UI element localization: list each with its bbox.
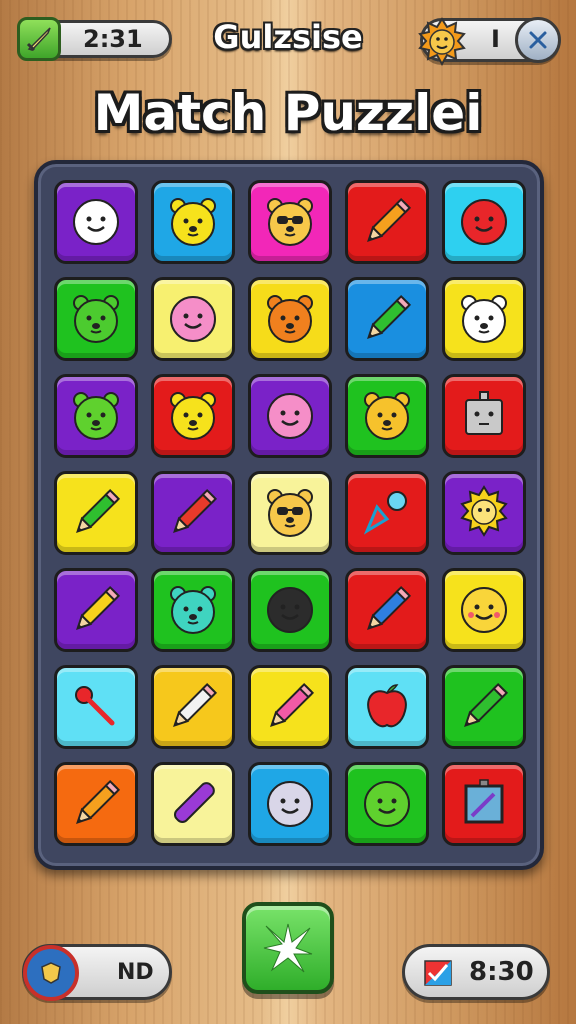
tile[interactable] [248, 471, 332, 555]
orange-bear-face-icon [267, 295, 313, 343]
pink-pencil-icon [270, 682, 315, 727]
tile[interactable] [151, 277, 235, 361]
red-pencil-icon [173, 488, 218, 533]
teal-bear-face-icon [170, 586, 216, 634]
tile[interactable] [151, 762, 235, 846]
bottom-right-timer: 8:30 [402, 944, 550, 1000]
tile[interactable] [345, 277, 429, 361]
tile[interactable] [248, 665, 332, 749]
tile[interactable] [151, 665, 235, 749]
close-icon [529, 31, 547, 49]
tile[interactable] [442, 568, 526, 652]
purple-crayon-icon [173, 782, 215, 824]
lion-icon [418, 17, 466, 67]
green-blob-face-icon [364, 781, 410, 827]
bottom-left-label: ND [117, 959, 154, 985]
lion-counter: I [418, 17, 561, 67]
pink-face-icon [267, 393, 313, 439]
tile[interactable] [442, 180, 526, 264]
tile[interactable] [345, 665, 429, 749]
map-icon[interactable] [423, 959, 453, 987]
tile[interactable] [442, 665, 526, 749]
tile[interactable] [442, 374, 526, 458]
red-face-icon [461, 199, 507, 245]
green-pencil-icon [76, 488, 121, 533]
tile[interactable] [248, 568, 332, 652]
dark-blob-face-icon [267, 587, 313, 633]
tile[interactable] [151, 568, 235, 652]
bottom-right-time: 8:30 [469, 957, 534, 987]
green-bear-face-icon [73, 295, 119, 343]
bear-with-sunglasses-icon [267, 198, 313, 246]
tile[interactable] [442, 277, 526, 361]
pink-face-icon [170, 296, 216, 342]
green-pencil-icon [464, 682, 509, 727]
tile[interactable] [54, 568, 138, 652]
bear-with-sunglasses-icon [267, 489, 313, 537]
tile[interactable] [345, 762, 429, 846]
tile[interactable] [151, 471, 235, 555]
tile[interactable] [248, 762, 332, 846]
tile[interactable] [442, 762, 526, 846]
tile[interactable] [248, 374, 332, 458]
green-pencil-icon [367, 294, 412, 339]
puzzle-title: Match Puzzlei [93, 84, 483, 142]
orange-pencil-icon [367, 197, 412, 242]
tile[interactable] [345, 568, 429, 652]
yellow-chick-face-icon [461, 587, 507, 633]
yellow-bear-face-icon [170, 392, 216, 440]
sparkle-icon [263, 923, 313, 973]
tile[interactable] [54, 471, 138, 555]
lion-face-icon [460, 485, 508, 537]
tile[interactable] [345, 374, 429, 458]
blue-pencil-icon [367, 585, 412, 630]
tile[interactable] [151, 180, 235, 264]
tile[interactable] [248, 180, 332, 264]
white-owl-face-icon [461, 295, 507, 343]
grey-face-icon [267, 781, 313, 827]
yellow-pencil-icon [76, 585, 121, 630]
tile[interactable] [442, 471, 526, 555]
red-apple-icon [367, 684, 407, 728]
picture-frame-icon [464, 779, 504, 824]
robot-face-icon [465, 391, 503, 435]
red-key-icon [75, 686, 115, 726]
orange-pencil-icon [76, 779, 121, 824]
tile[interactable] [54, 277, 138, 361]
green-cat-face-icon [73, 392, 119, 440]
close-button[interactable] [515, 17, 561, 63]
tile[interactable] [345, 471, 429, 555]
puzzle-board [34, 160, 544, 870]
tile[interactable] [345, 180, 429, 264]
bear-face-icon [170, 198, 216, 246]
yellow-fox-face-icon [364, 392, 410, 440]
tile[interactable] [54, 665, 138, 749]
white-smiley-face-icon [73, 199, 119, 245]
tile[interactable] [54, 374, 138, 458]
tile[interactable] [54, 762, 138, 846]
shield-icon [23, 945, 79, 1001]
tile[interactable] [151, 374, 235, 458]
bottom-left-panel[interactable]: ND [22, 944, 172, 1001]
tile[interactable] [248, 277, 332, 361]
white-pencil-icon [173, 682, 218, 727]
counter-text: I [491, 25, 500, 53]
center-action-button[interactable] [242, 902, 334, 994]
triangle-orb-icon [363, 491, 407, 535]
tile[interactable] [54, 180, 138, 264]
